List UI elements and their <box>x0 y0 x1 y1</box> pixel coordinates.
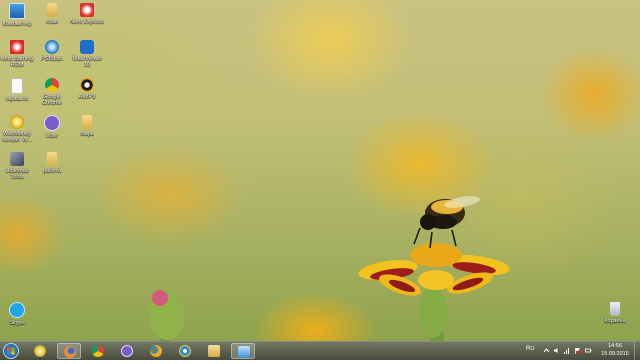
aimp-icon <box>80 78 94 92</box>
clock-date: 15.09.2015 <box>601 350 629 357</box>
desktop-icon-label: Корзина <box>604 318 626 324</box>
desktop-icon-label: WebMoney Keeper W... <box>2 131 32 144</box>
desktop-icon-label: работа <box>42 168 62 174</box>
folder-icon <box>47 152 57 166</box>
taskbar: RU 14:56 15.09.2015 <box>0 341 640 360</box>
desktop-icon-folder-mar[interactable]: Марь <box>70 115 104 137</box>
desktop-icon-label: сарна.txt <box>5 96 29 102</box>
nero-burning-rom-icon <box>10 40 24 54</box>
desktop-icon-label: Viber <box>45 133 59 139</box>
show-hidden-icon[interactable] <box>543 347 550 354</box>
desktop-icon-text-file[interactable]: сарна.txt <box>0 78 34 102</box>
network-icon[interactable] <box>563 347 570 354</box>
power-icon[interactable] <box>585 347 592 354</box>
explorer-taskbar-icon <box>208 345 220 357</box>
start-button[interactable] <box>2 343 20 359</box>
viber-icon <box>44 115 60 131</box>
webmoney-icon <box>10 115 24 129</box>
desktop-icon-label: PSIScan <box>41 56 63 62</box>
tools-icon <box>10 152 24 166</box>
desktop-icon-google-chrome[interactable]: Google Chrome <box>35 78 69 107</box>
clock-time: 14:56 <box>608 343 622 349</box>
desktop-icon-psiscan[interactable]: PSIScan <box>35 40 69 62</box>
desktop-icon-universal-tools[interactable]: Universal Tools <box>0 152 34 181</box>
text-file-icon <box>11 78 23 94</box>
desktop-icon-folder-seai[interactable]: сеаи <box>35 3 69 25</box>
desktop-icon-label: Universal Tools <box>5 168 29 181</box>
firefox-taskbar-icon <box>64 346 76 358</box>
taskbar-remote-desktop[interactable] <box>231 343 255 359</box>
chrome-icon <box>45 78 59 92</box>
desktop-icon-aimp3[interactable]: AIMP3 <box>70 78 104 100</box>
desktop-icon-label: Компьютер <box>2 21 32 27</box>
remote-desktop-taskbar-icon <box>238 346 250 358</box>
taskbar-viber[interactable] <box>115 343 139 359</box>
volume-icon[interactable] <box>553 347 560 354</box>
paint-taskbar-icon <box>150 345 162 357</box>
folder-icon <box>47 3 57 17</box>
psiscan-icon <box>45 40 59 54</box>
desktop-icon-skype[interactable]: Skype <box>0 302 34 326</box>
desktop-icon-label: Nero Express <box>70 19 104 25</box>
show-desktop-button[interactable] <box>634 342 640 360</box>
taskbar-internet-explorer[interactable] <box>173 343 197 359</box>
desktop-icon-nero-express[interactable]: Nero Express <box>70 3 104 25</box>
viber-taskbar-icon <box>121 345 133 357</box>
folder-icon <box>82 115 92 129</box>
windows-orb-icon <box>3 343 19 359</box>
ie-taskbar-icon <box>179 345 191 357</box>
flower-calyx <box>419 286 447 338</box>
desktop-icon-nero-burning-rom[interactable]: Nero Burning ROM <box>0 40 34 69</box>
desktop-icon-recycle-bin[interactable]: Корзина <box>598 302 632 324</box>
desktop-icon-label: Skype <box>9 320 25 326</box>
bee <box>413 196 480 249</box>
language-indicator[interactable]: RU <box>526 346 535 352</box>
desktop-icon-label: Nero Burning ROM <box>0 56 34 69</box>
taskbar-firefox[interactable] <box>57 343 81 359</box>
taskbar-webmoney[interactable] <box>28 343 52 359</box>
taskbar-explorer[interactable] <box>202 343 226 359</box>
desktop-icon-label: Марь <box>80 131 94 137</box>
nero-express-icon <box>80 3 94 17</box>
desktop-icon-label: AIMP3 <box>78 94 96 100</box>
desktop-icon-computer[interactable]: Компьютер <box>0 3 34 27</box>
recycle-bin-icon <box>610 302 620 316</box>
desktop-icon-viber[interactable]: Viber <box>35 115 69 139</box>
desktop-icon-teamviewer[interactable]: TeamViewer 10 <box>70 40 104 69</box>
computer-icon <box>9 3 25 19</box>
desktop-icon-label: сеаи <box>45 19 59 25</box>
webmoney-taskbar-icon <box>34 345 46 357</box>
flower-bud <box>149 290 185 341</box>
teamviewer-icon <box>80 40 94 54</box>
taskbar-chrome[interactable] <box>86 343 110 359</box>
tray-clock[interactable]: 14:56 15.09.2015 <box>598 343 632 358</box>
taskbar-paint[interactable] <box>144 343 168 359</box>
skype-icon <box>9 302 25 318</box>
chrome-taskbar-icon <box>92 345 104 357</box>
flag-icon[interactable] <box>574 347 581 354</box>
desktop-icon-label: TeamViewer 10 <box>71 56 103 69</box>
desktop-icon-folder-rabota[interactable]: работа <box>35 152 69 174</box>
desktop-icon-label: Google Chrome <box>42 94 62 107</box>
desktop-icon-webmoney[interactable]: WebMoney Keeper W... <box>0 115 34 144</box>
